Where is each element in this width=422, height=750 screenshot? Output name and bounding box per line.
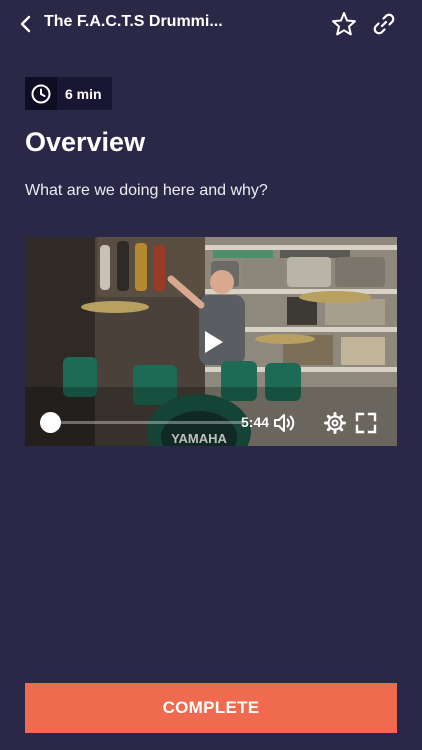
duration-badge: 6 min: [25, 77, 112, 110]
top-app-bar: The F.A.C.T.S Drummi...: [0, 0, 422, 48]
video-player[interactable]: YAMAHA 5:44: [25, 237, 397, 446]
clock-icon-box: [25, 77, 57, 110]
fullscreen-icon[interactable]: [354, 411, 378, 435]
clock-icon: [31, 84, 51, 103]
duration-text: 6 min: [65, 85, 102, 102]
complete-button[interactable]: COMPLETE: [25, 683, 397, 733]
chevron-left-icon[interactable]: [14, 12, 38, 36]
link-icon[interactable]: [370, 10, 398, 38]
volume-icon[interactable]: [272, 411, 296, 435]
time-remaining: 5:44: [241, 414, 270, 430]
course-title: The F.A.C.T.S Drummi...: [44, 13, 223, 30]
seek-handle[interactable]: [40, 412, 61, 433]
play-icon[interactable]: [198, 328, 226, 356]
seek-bar[interactable]: [50, 421, 245, 424]
lesson-subtitle: What are we doing here and why?: [25, 182, 268, 199]
star-icon[interactable]: [330, 10, 358, 38]
gear-icon[interactable]: [323, 411, 347, 435]
page-title: Overview: [25, 127, 146, 157]
